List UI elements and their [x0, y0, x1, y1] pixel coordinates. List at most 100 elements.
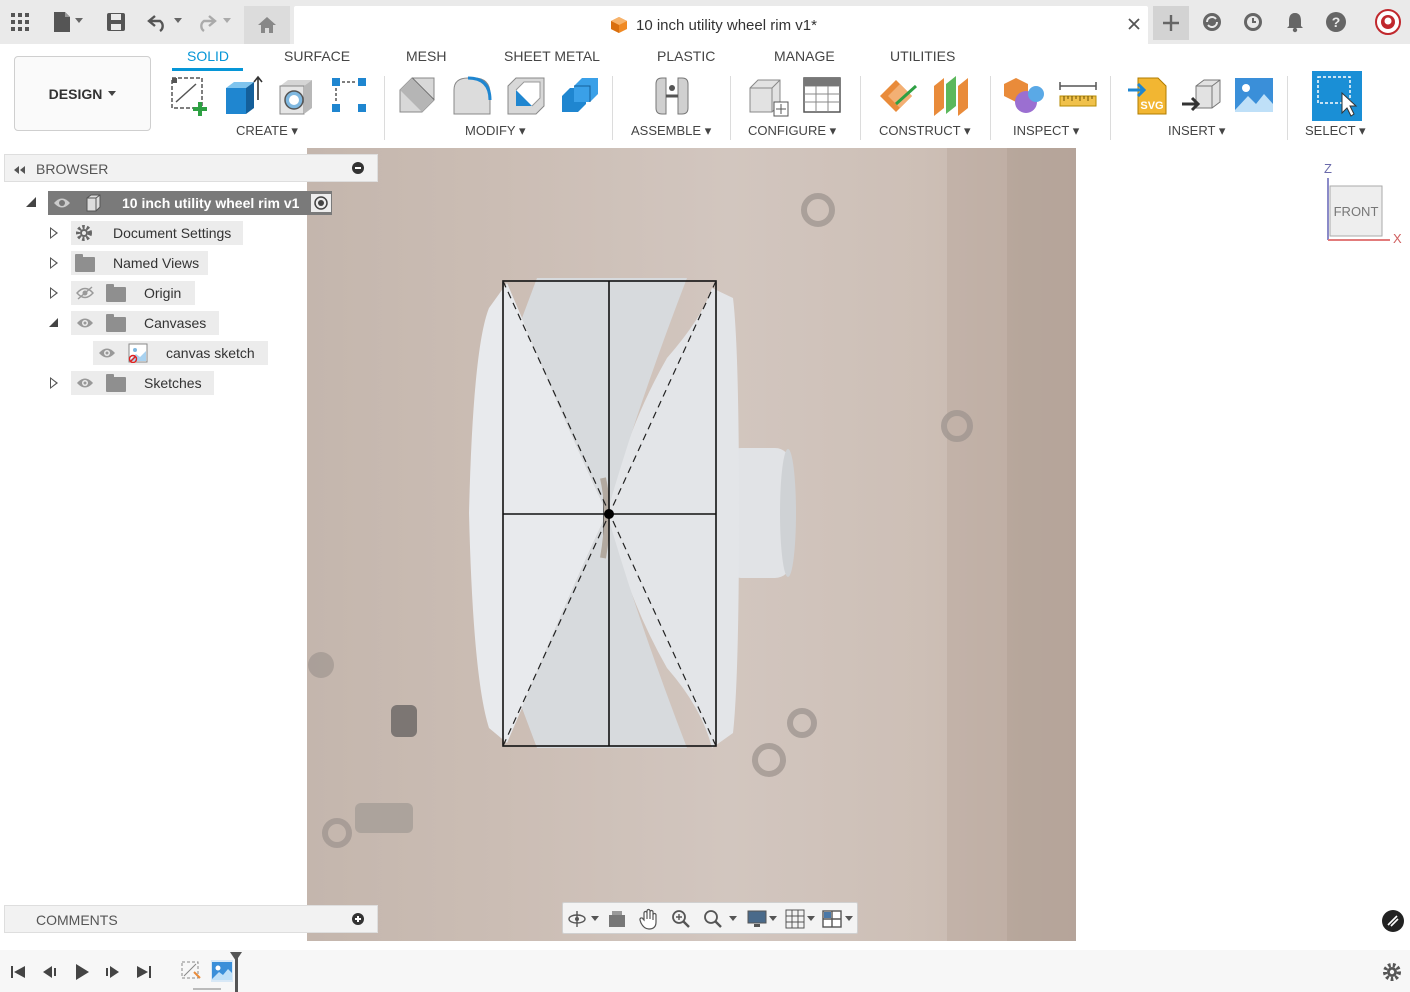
tab-manage[interactable]: MANAGE: [774, 48, 835, 64]
sync-icon[interactable]: [1200, 10, 1224, 34]
browser-root-row[interactable]: 10 inch utility wheel rim v1: [24, 191, 340, 215]
app-grid-icon[interactable]: [8, 10, 32, 34]
grid-snap-icon[interactable]: [785, 909, 805, 929]
canvas-viewport[interactable]: [307, 148, 1076, 941]
workspace-switcher-button[interactable]: DESIGN: [14, 56, 151, 131]
joint-icon[interactable]: [650, 74, 694, 118]
insert-svg-icon[interactable]: SVG: [1126, 74, 1170, 118]
construct-menu[interactable]: CONSTRUCT ▾: [879, 123, 971, 139]
undo-icon[interactable]: [146, 10, 170, 34]
home-tab[interactable]: [244, 6, 290, 44]
combine-icon[interactable]: [558, 74, 602, 118]
zoom-icon[interactable]: [671, 909, 691, 929]
grid-caret-icon[interactable]: [807, 916, 815, 921]
undo-caret-icon[interactable]: [174, 18, 182, 23]
step-forward-icon[interactable]: [104, 964, 120, 980]
press-pull-icon[interactable]: [396, 74, 440, 118]
go-to-end-icon[interactable]: [136, 964, 152, 980]
visibility-eye-icon[interactable]: [75, 316, 95, 330]
tab-utilities[interactable]: UTILITIES: [890, 48, 955, 64]
redo-icon[interactable]: [194, 10, 218, 34]
assemble-menu[interactable]: ASSEMBLE ▾: [631, 123, 711, 139]
expand-triangle-icon[interactable]: [50, 287, 58, 299]
go-to-start-icon[interactable]: [10, 964, 26, 980]
look-at-icon[interactable]: [607, 909, 627, 929]
configuration-table-icon[interactable]: [800, 74, 844, 118]
browser-item-canvases[interactable]: Canvases: [46, 311, 226, 335]
viewcube-face-front[interactable]: FRONT: [1330, 204, 1382, 219]
visibility-eye-icon[interactable]: [75, 376, 95, 390]
hole-icon[interactable]: [274, 74, 318, 118]
insert-menu[interactable]: INSERT ▾: [1168, 123, 1225, 139]
pattern-icon[interactable]: [328, 74, 372, 118]
tab-plastic[interactable]: PLASTIC: [657, 48, 715, 64]
timeline-canvas-feature-icon[interactable]: [211, 960, 233, 982]
configure-box-icon[interactable]: [746, 74, 790, 118]
step-back-icon[interactable]: [42, 964, 58, 980]
help-icon[interactable]: ?: [1324, 10, 1348, 34]
user-avatar[interactable]: [1375, 9, 1401, 35]
timeline-marker-head-icon[interactable]: [230, 952, 242, 961]
display-settings-icon[interactable]: [747, 909, 767, 929]
expand-triangle-icon[interactable]: [50, 377, 58, 389]
interference-icon[interactable]: [1002, 74, 1046, 118]
tab-surface[interactable]: SURFACE: [284, 48, 350, 64]
visibility-eye-icon[interactable]: [53, 196, 71, 210]
browser-item-document-settings[interactable]: Document Settings: [46, 221, 246, 245]
viewports-caret-icon[interactable]: [845, 916, 853, 921]
display-caret-icon[interactable]: [769, 916, 777, 921]
inspect-menu[interactable]: INSPECT ▾: [1013, 123, 1079, 139]
modify-menu[interactable]: MODIFY ▾: [465, 123, 525, 139]
document-tab[interactable]: 10 inch utility wheel rim v1*: [294, 6, 1148, 44]
browser-item-named-views[interactable]: Named Views: [46, 251, 216, 275]
extrude-icon[interactable]: [220, 74, 264, 118]
offset-plane-icon[interactable]: [876, 74, 920, 118]
tab-sheet-metal[interactable]: SHEET METAL: [504, 48, 600, 64]
shell-icon[interactable]: [504, 74, 548, 118]
play-icon[interactable]: [74, 963, 90, 981]
activate-component-icon[interactable]: [311, 194, 331, 212]
expand-triangle-icon[interactable]: [50, 257, 58, 269]
create-menu[interactable]: CREATE ▾: [236, 123, 298, 139]
visibility-hidden-icon[interactable]: [75, 286, 95, 300]
browser-minimize-icon[interactable]: [352, 162, 364, 174]
fillet-icon[interactable]: [450, 74, 494, 118]
file-menu-caret-icon[interactable]: [75, 18, 83, 23]
midplane-icon[interactable]: [930, 74, 974, 118]
notifications-bell-icon[interactable]: [1283, 10, 1307, 34]
viewports-icon[interactable]: [822, 909, 842, 929]
timeline-settings-gear-icon[interactable]: [1382, 962, 1402, 982]
timeline-sketch-feature-icon[interactable]: [180, 960, 202, 982]
job-status-clock-icon[interactable]: [1241, 10, 1265, 34]
insert-mesh-icon[interactable]: [1180, 74, 1224, 118]
create-sketch-icon[interactable]: [168, 74, 212, 118]
orbit-icon[interactable]: [567, 909, 587, 929]
new-tab-button[interactable]: [1153, 6, 1189, 40]
marking-menu-icon[interactable]: [1382, 910, 1404, 932]
select-tool-icon[interactable]: [1312, 71, 1362, 121]
visibility-eye-icon[interactable]: [97, 346, 117, 360]
fit-zoom-icon[interactable]: [703, 909, 723, 929]
zoom-caret-icon[interactable]: [729, 916, 737, 921]
save-icon[interactable]: [104, 10, 128, 34]
browser-item-origin[interactable]: Origin: [46, 281, 206, 305]
browser-item-canvas-sketch[interactable]: canvas sketch: [93, 341, 273, 365]
pan-hand-icon[interactable]: [639, 908, 659, 930]
orbit-caret-icon[interactable]: [591, 916, 599, 921]
collapse-panel-icon[interactable]: [12, 163, 26, 174]
file-menu-icon[interactable]: [50, 10, 74, 34]
tab-mesh[interactable]: MESH: [406, 48, 446, 64]
browser-item-sketches[interactable]: Sketches: [46, 371, 226, 395]
expand-triangle-icon[interactable]: [26, 197, 36, 207]
measure-icon[interactable]: [1056, 74, 1100, 118]
select-menu[interactable]: SELECT ▾: [1305, 123, 1365, 139]
configure-menu[interactable]: CONFIGURE ▾: [748, 123, 836, 139]
expand-triangle-icon[interactable]: [50, 227, 58, 239]
tab-solid[interactable]: SOLID: [187, 48, 229, 64]
redo-caret-icon[interactable]: [223, 18, 231, 23]
add-comment-icon[interactable]: [352, 913, 364, 925]
close-tab-icon[interactable]: [1126, 16, 1142, 32]
collapse-triangle-icon[interactable]: [49, 318, 58, 327]
viewcube[interactable]: Z X FRONT: [1318, 160, 1404, 250]
canvas-image-icon[interactable]: [1232, 74, 1276, 118]
